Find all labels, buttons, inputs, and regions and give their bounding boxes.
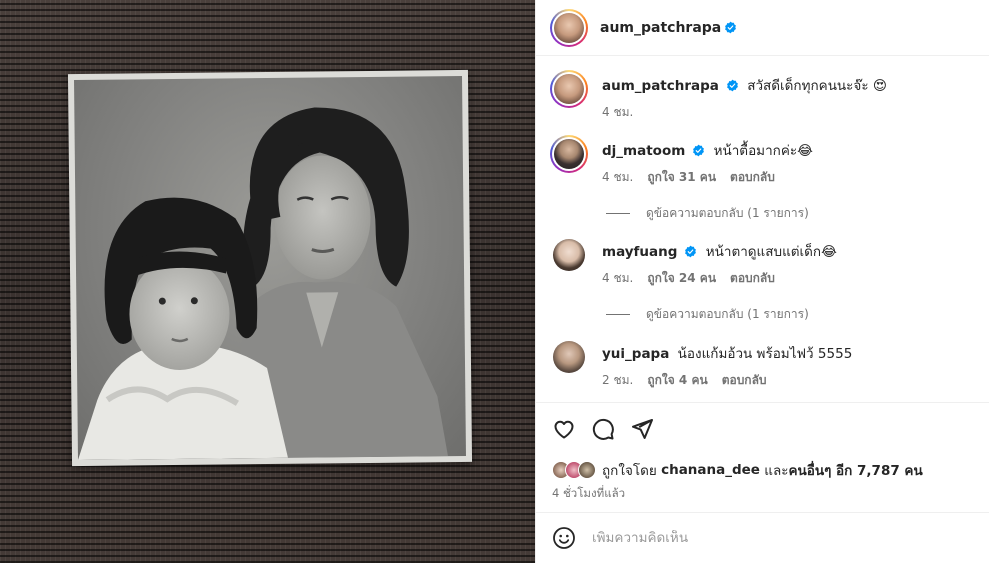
reply-button[interactable]: ตอบกลับ — [722, 371, 767, 390]
caption-avatar[interactable] — [550, 70, 588, 108]
comments-list: aum_patchrapa สวัสดีเด็กทุกคนนะจ๊ะ 😍 4 ช… — [536, 57, 989, 401]
caption-username[interactable]: aum_patchrapa — [602, 78, 719, 94]
caption-text: สวัสดีเด็กทุกคนนะจ๊ะ 😍 — [747, 78, 887, 94]
comment-item: mayfuang หน้าตาดูแสบแต่เด็ก😂 4 ชม. ถูกใจ… — [550, 236, 975, 288]
post-actions: ถูกใจโดย chanana_dee และ คนอื่นๆ อีก 7,78… — [536, 402, 989, 512]
comment-time[interactable]: 2 ชม. — [602, 371, 633, 390]
vintage-portrait-image — [78, 107, 448, 461]
comment-username[interactable]: dj_matoom — [602, 143, 685, 159]
post-time[interactable]: 4 ชั่วโมงที่แล้ว — [552, 485, 625, 503]
comment-icon[interactable] — [591, 417, 615, 441]
comment-avatar[interactable] — [550, 135, 588, 173]
emoji-icon[interactable] — [552, 526, 576, 550]
comment-input[interactable] — [592, 530, 952, 546]
comment-likes[interactable]: ถูกใจ 4 คน — [647, 371, 707, 390]
comment-text: หน้าตาดูแสบแต่เด็ก😂 — [705, 244, 837, 260]
heart-icon[interactable] — [552, 417, 576, 441]
view-replies-button[interactable]: ดูข้อความตอบกลับ (1 รายการ) — [606, 204, 809, 223]
comment-likes[interactable]: ถูกใจ 31 คน — [647, 168, 716, 187]
likes-others[interactable]: คนอื่นๆ อีก 7,787 คน — [789, 459, 923, 481]
comment-avatar[interactable] — [553, 239, 585, 271]
view-replies-label: ดูข้อความตอบกลับ (1 รายการ) — [646, 307, 809, 321]
share-icon[interactable] — [630, 417, 654, 441]
reply-button[interactable]: ตอบกลับ — [730, 168, 775, 187]
caption-time[interactable]: 4 ชม. — [602, 103, 633, 122]
view-replies-label: ดูข้อความตอบกลับ (1 รายการ) — [646, 206, 809, 220]
comment-avatar[interactable] — [553, 341, 585, 373]
likes-mid: และ — [764, 463, 789, 479]
likes-summary: ถูกใจโดย chanana_dee และ คนอื่นๆ อีก 7,78… — [552, 459, 923, 481]
divider-line — [606, 213, 630, 214]
post-photo — [67, 69, 473, 467]
likes-prefix: ถูกใจโดย — [602, 463, 657, 479]
caption-item: aum_patchrapa สวัสดีเด็กทุกคนนะจ๊ะ 😍 4 ช… — [550, 70, 975, 122]
comment-item: dj_matoom หน้าตื้อมากค่ะ😂 4 ชม. ถูกใจ 31… — [550, 135, 975, 187]
verified-badge-icon — [693, 144, 705, 157]
post-media[interactable] — [0, 0, 535, 563]
divider-line — [606, 314, 630, 315]
liked-by-username[interactable]: chanana_dee — [661, 462, 760, 478]
comment-time[interactable]: 4 ชม. — [602, 168, 633, 187]
comment-text: หน้าตื้อมากค่ะ😂 — [713, 143, 813, 159]
add-comment-bar — [536, 512, 989, 563]
comment-text: น้องแก้มอ้วน พร้อมไฟว้ 5555 — [677, 346, 853, 362]
comment-likes[interactable]: ถูกใจ 24 คน — [647, 269, 716, 288]
comment-username[interactable]: yui_papa — [602, 346, 669, 362]
author-username[interactable]: aum_patchrapa — [600, 20, 721, 36]
verified-badge-icon — [725, 21, 737, 34]
author-avatar[interactable] — [550, 8, 588, 47]
reply-button[interactable]: ตอบกลับ — [730, 269, 775, 288]
post-sidebar: aum_patchrapa aum_patchrapa สวัสดีเด็กทุ… — [535, 0, 989, 563]
liker-avatars — [552, 461, 596, 479]
verified-badge-icon — [685, 245, 697, 258]
view-replies-button[interactable]: ดูข้อความตอบกลับ (1 รายการ) — [606, 305, 809, 324]
post-header: aum_patchrapa — [536, 0, 989, 56]
comment-time[interactable]: 4 ชม. — [602, 269, 633, 288]
verified-badge-icon — [726, 79, 738, 92]
comment-item: yui_papa น้องแก้มอ้วน พร้อมไฟว้ 5555 2 ช… — [550, 338, 975, 390]
comment-username[interactable]: mayfuang — [602, 244, 677, 260]
